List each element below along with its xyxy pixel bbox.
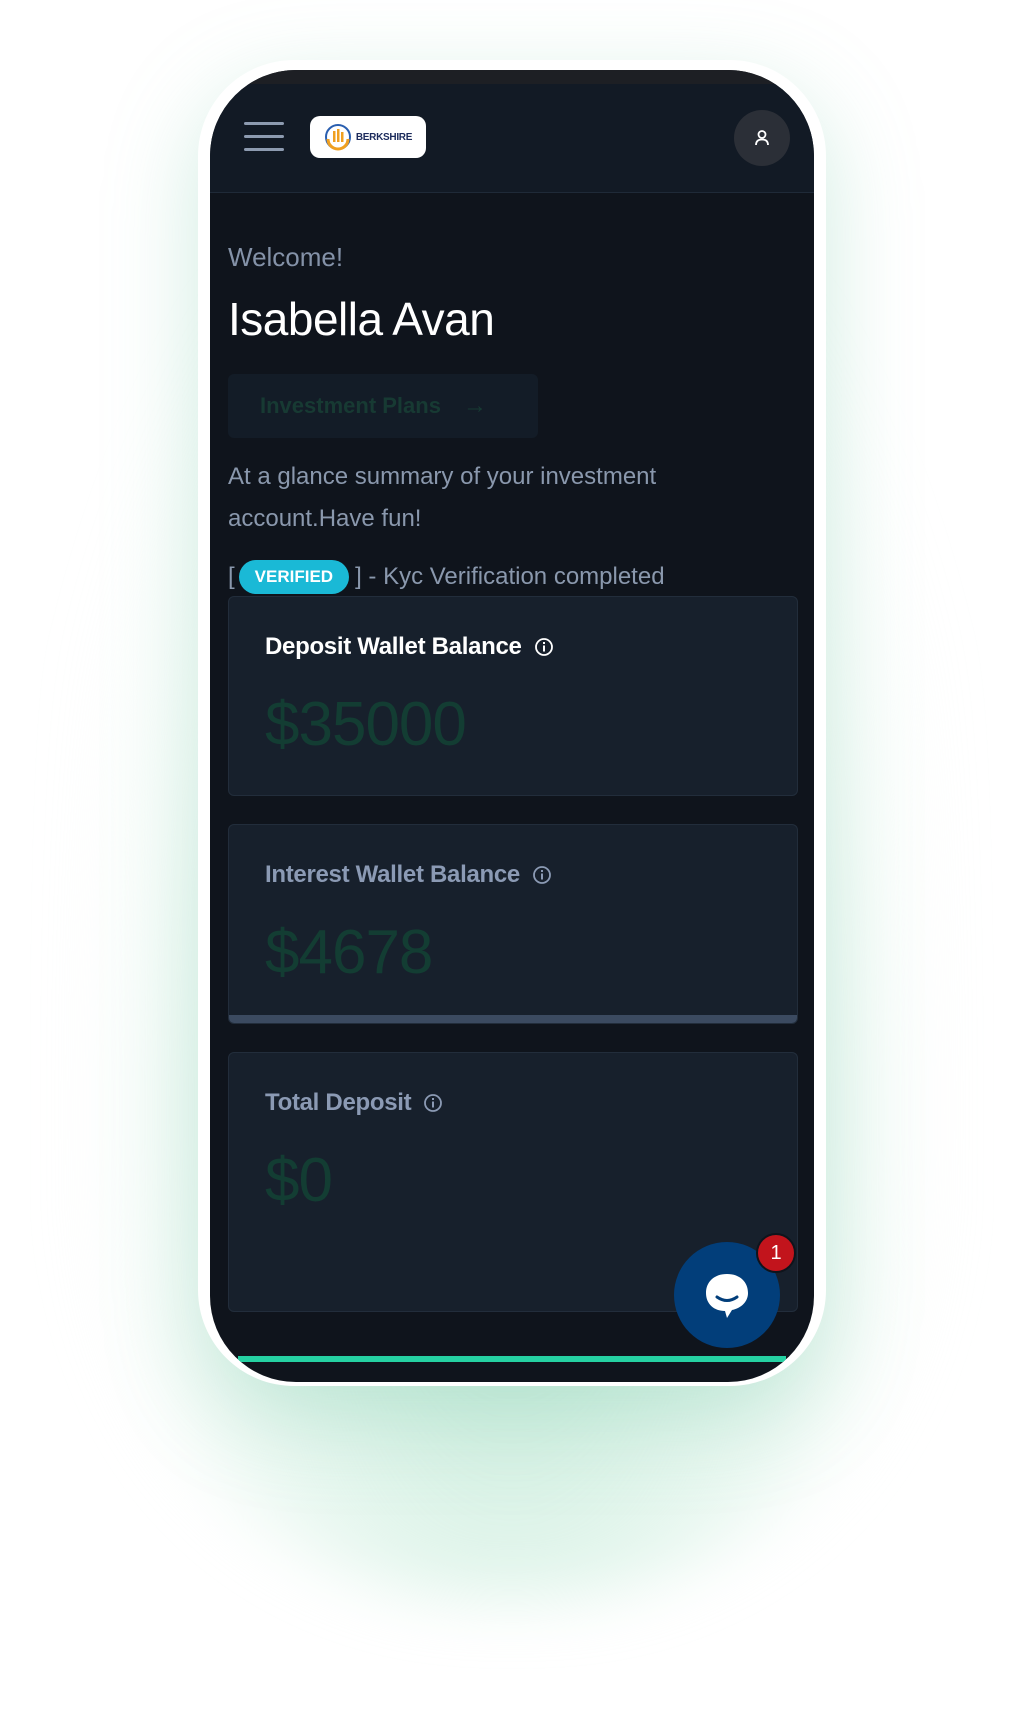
card-title-text: Interest Wallet Balance [265,861,520,888]
welcome-text: Welcome! [228,242,344,272]
card-title: Total Deposit [265,1089,443,1117]
user-icon [755,130,769,146]
arrow-right-icon: → [462,392,487,419]
interest-wallet-card: Interest Wallet Balance $4678 [228,824,798,1024]
card-title-text: Total Deposit [265,1089,412,1116]
card-title: Deposit Wallet Balance [265,633,554,661]
kyc-status-text: ] - Kyc Verification completed [355,563,665,590]
card-value: $4678 [265,918,433,987]
card-value: $0 [265,1146,333,1215]
hamburger-menu-icon[interactable] [244,122,284,152]
kyc-open-bracket: [ [228,563,235,590]
user-avatar-button[interactable] [734,110,790,166]
chat-bubble-icon [706,1274,748,1318]
phone-screen: BERKSHIRE Welcome! Isabella Avan Investm… [210,70,814,1382]
app-header: BERKSHIRE [210,84,814,193]
verified-badge: VERIFIED [238,560,350,594]
card-title-text: Deposit Wallet Balance [265,633,522,660]
investment-plans-label: Investment Plans [260,393,441,418]
logo-mark-icon [324,124,351,151]
card-title: Interest Wallet Balance [265,861,552,889]
investment-plans-button[interactable]: Investment Plans → [228,374,538,438]
summary-text: At a glance summary of your investment a… [228,463,657,532]
logo-text: BERKSHIRE [355,131,413,143]
info-icon[interactable] [423,1093,443,1113]
status-bar [210,70,814,84]
card-accent-bar [229,1015,797,1023]
deposit-wallet-card: Deposit Wallet Balance $35000 [228,596,798,796]
brand-logo[interactable]: BERKSHIRE [310,116,426,158]
info-icon[interactable] [532,865,552,885]
card-value: $35000 [265,690,467,759]
kyc-status: [ VERIFIED ] - Kyc Verification complete… [228,560,665,594]
chat-unread-badge: 1 [756,1233,796,1273]
info-icon[interactable] [534,637,554,657]
accent-progress-bar [238,1356,786,1362]
user-name: Isabella Avan [228,293,495,345]
